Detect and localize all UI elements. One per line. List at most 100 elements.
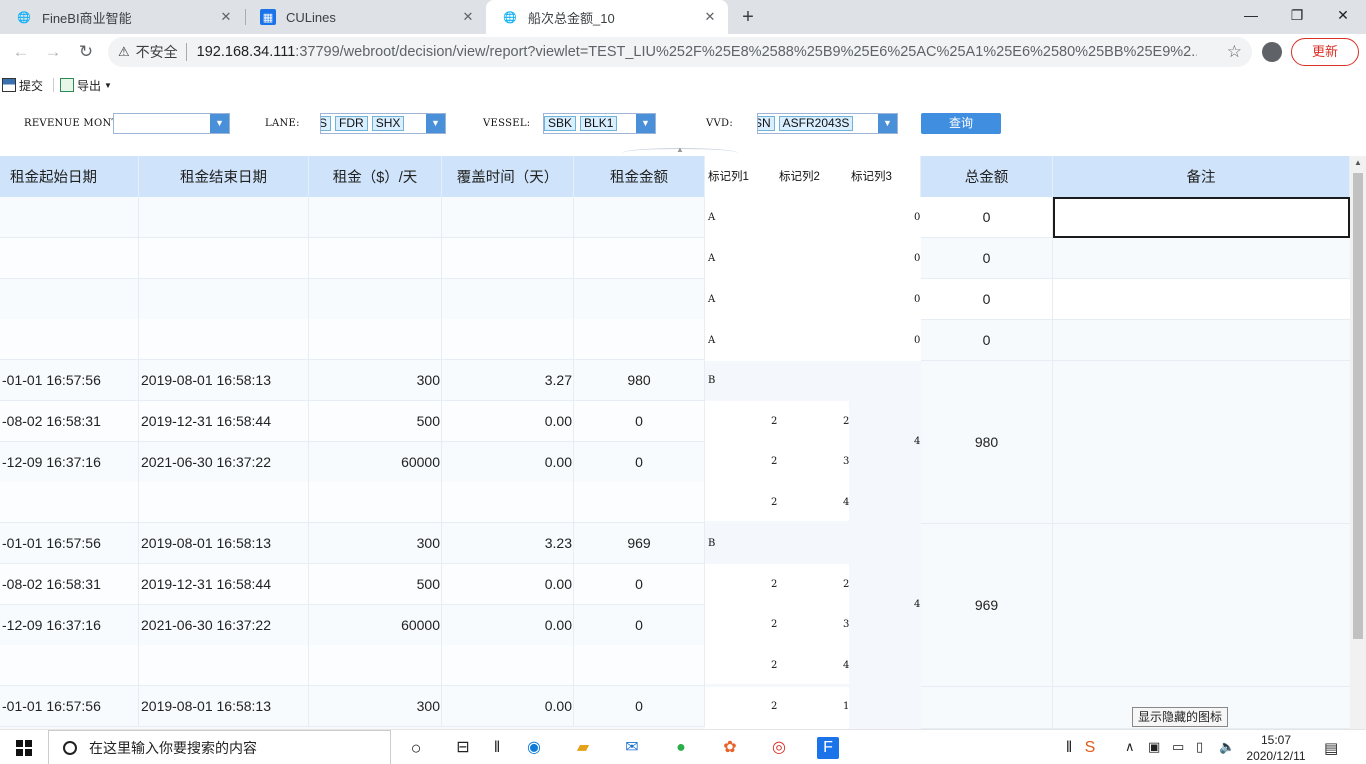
volume-icon[interactable]: 🔈 [1219,739,1235,755]
vvd-chip[interactable]: ASFR2043S [778,116,854,131]
close-tab-icon[interactable]: ✕ [460,9,476,25]
total-cell-merged[interactable]: 969 [921,524,1053,687]
cell-cover [442,237,574,278]
table-row: -08-02 16:58:31 2019-12-31 16:58:44 500 0.0… [0,563,705,605]
cell-rate: 300 [309,686,442,727]
table-row [0,645,705,687]
total-cell[interactable]: 0 [921,279,1053,320]
tab-finebi[interactable]: 🌐 FineBI商业智能 ✕ [0,0,244,34]
mark3-cell: 4 [843,660,850,671]
close-tab-icon[interactable]: ✕ [702,9,718,25]
cell-rate [309,278,442,319]
cell-rate: 500 [309,400,442,441]
profile-avatar-icon[interactable] [1262,42,1282,62]
windows-start-icon[interactable] [16,740,32,756]
file-explorer-icon[interactable]: ▰ [572,737,594,759]
chrome-icon[interactable]: ◎ [768,737,790,759]
mark1-cell: A [708,294,716,305]
table-row: -12-09 16:37:16 2021-06-30 16:37:22 60000 0… [0,604,705,646]
lane-chip[interactable]: FDR [335,116,368,131]
remark-input[interactable] [1053,524,1350,687]
cell-start [0,482,139,523]
warning-icon[interactable]: ⚠ [118,44,130,60]
finereport-icon[interactable]: F [817,737,839,759]
cell-rate: 300 [309,523,442,564]
new-tab-button[interactable]: + [736,5,760,29]
vvd-chip[interactable]: SN [758,116,775,131]
wechat-icon[interactable]: ● [670,737,692,759]
battery-icon[interactable]: ▭ [1172,739,1184,755]
dropdown-arrow-icon[interactable]: ▼ [210,114,229,133]
minimize-button[interactable]: — [1228,0,1274,30]
cell-cover: 3.23 [442,523,574,564]
dropdown-arrow-icon[interactable]: ▼ [636,114,655,133]
remark-input[interactable] [1053,238,1350,279]
address-bar[interactable]: ⚠ 不安全 192.168.34.111:37799/webroot/decis… [108,37,1252,67]
remark-input[interactable] [1053,361,1350,524]
update-button[interactable]: 更新 [1291,38,1359,66]
tab-title: FineBI商业智能 [42,10,132,26]
total-cell[interactable]: 0 [921,197,1053,238]
network-icon[interactable]: ▯ [1196,739,1203,755]
lane-select[interactable]: S FDR SHX ▼ [320,113,446,134]
submit-button[interactable]: 提交 [2,77,43,94]
notification-icon[interactable]: ▤ [1324,739,1338,757]
wps-icon[interactable]: S [1079,737,1101,759]
save-icon [2,78,16,92]
dropdown-arrow-icon[interactable]: ▼ [426,114,445,133]
scroll-up-icon[interactable]: ▲ [1350,158,1366,170]
security-label[interactable]: 不安全 [136,42,178,62]
remark-input[interactable] [1053,279,1350,320]
remark-input[interactable] [1053,320,1350,361]
back-arrow-icon[interactable]: ← [9,40,33,64]
taskbar-divider-icon: ‖ [1065,739,1073,756]
cell-amount: 0 [574,686,705,727]
input-method-icon[interactable]: ▣ [1148,739,1160,755]
total-cell[interactable]: 0 [921,238,1053,279]
show-hidden-icons-chevron-icon[interactable]: ∧ [1125,739,1135,755]
bookmark-star-icon[interactable]: ☆ [1227,42,1242,62]
close-tab-icon[interactable]: ✕ [218,9,234,25]
cell-cover [442,482,574,523]
mail-icon[interactable]: ✉ [621,737,643,759]
vessel-chip[interactable]: BLK1 [580,116,618,131]
lane-chip[interactable]: SHX [371,116,405,131]
remark-input-selected[interactable] [1053,197,1350,238]
revenue-month-input[interactable]: ▼ [113,113,230,134]
cell-end [139,237,309,278]
report-toolbar: 提交 导出 ▼ [0,72,1366,98]
task-view-icon[interactable]: ⊟ [452,737,474,759]
tab-active-report[interactable]: 🌐 船次总金额_10 ✕ [486,0,728,34]
vvd-select[interactable]: SN ASFR2043S ▼ [757,113,898,134]
cortana-icon[interactable]: ○ [405,737,427,759]
mark-columns-header: 标记列1 标记列2 标记列3 [705,156,921,197]
toolbar-divider [53,78,55,92]
taskbar-search-box[interactable]: 在这里输入你要搜索的内容 [48,730,391,764]
lane-chip[interactable]: S [321,116,332,131]
total-cell[interactable]: 0 [921,320,1053,361]
scrollbar-thumb[interactable] [1353,173,1363,639]
globe-icon: 🌐 [503,11,517,24]
cell-amount: 0 [574,563,705,604]
total-cell[interactable] [921,687,1053,729]
table-row [0,197,705,238]
edge-icon[interactable]: ◉ [523,737,545,759]
export-button[interactable]: 导出 ▼ [60,77,112,94]
cell-amount: 969 [574,523,705,564]
total-cell-merged[interactable]: 980 [921,361,1053,524]
dropdown-arrow-icon[interactable]: ▼ [878,114,897,133]
close-window-button[interactable]: ✕ [1320,0,1366,30]
system-clock[interactable]: 15:07 2020/12/11 [1238,732,1314,764]
mark3-cell: 1 [843,701,850,712]
vessel-select[interactable]: SBK BLK1 ▼ [543,113,656,134]
query-button[interactable]: 查询 [921,113,1001,134]
vertical-scrollbar[interactable]: ▲ [1350,156,1366,729]
omnibox-divider [185,43,187,61]
tab-culines[interactable]: ▦ CULines ✕ [244,0,486,34]
reload-icon[interactable]: ↻ [74,40,98,64]
restore-button[interactable]: ❐ [1274,0,1320,30]
vessel-chip[interactable]: SBK [544,116,577,131]
photos-app-icon[interactable]: ✿ [719,737,741,759]
url-text[interactable]: 192.168.34.111:37799/webroot/decision/vi… [197,44,1197,60]
forward-arrow-icon[interactable]: → [41,40,65,64]
